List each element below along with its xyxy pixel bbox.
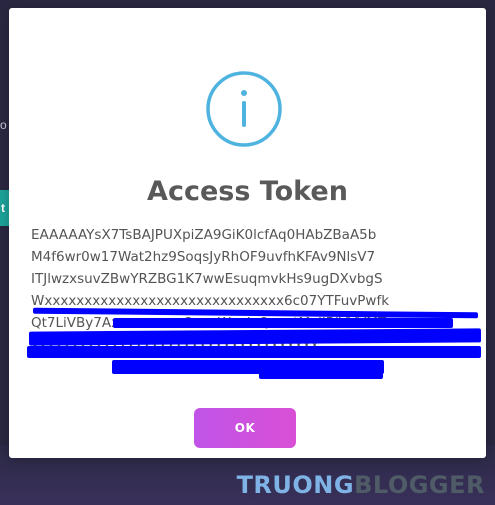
background-text-fragment: o (0, 118, 7, 132)
ok-button[interactable]: OK (194, 408, 296, 448)
watermark-part-1: TRUONG (236, 471, 355, 499)
redaction-mark (27, 346, 481, 358)
access-token-dialog: Access Token EAAAAAYsX7TsBAJPUXpiZA9GiK0… (9, 8, 486, 458)
redaction-mark (259, 371, 383, 379)
background-button-fragment: t (0, 190, 9, 226)
token-line: M4f6wr0w17Wat2hz9SoqsJyRhOF9uvfhKFAv9Nls… (31, 249, 376, 265)
background-button-label: t (1, 201, 5, 215)
info-circle-icon (206, 71, 282, 147)
token-line: EAAAAAYsX7TsBAJPUXpiZA9GiK0lcfAq0HAbZBaA… (31, 227, 377, 243)
dialog-title: Access Token (147, 176, 348, 207)
watermark-part-2: BLOGGER (354, 471, 485, 499)
watermark-logo: TRUONGBLOGGER (237, 470, 485, 500)
redaction-mark (113, 318, 453, 328)
token-line: ITJlwzxsuvZBwYRZBG1K7wwEsuqmvkHs9ugDXvbg… (31, 271, 383, 287)
